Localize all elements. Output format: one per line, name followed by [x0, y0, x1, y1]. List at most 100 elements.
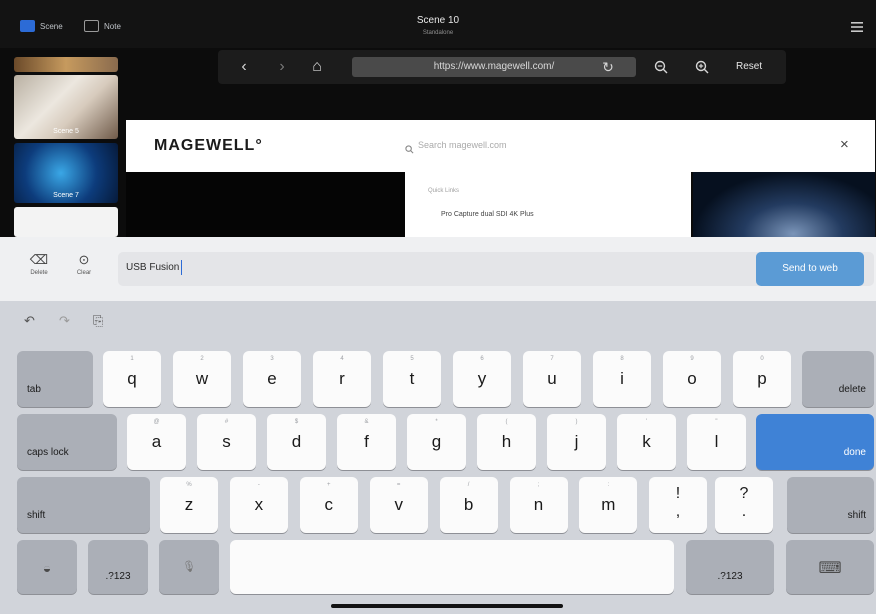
- delete-button[interactable]: ⌫ Delete: [24, 253, 54, 277]
- key-hint: &: [364, 419, 369, 425]
- key-k[interactable]: ' k: [617, 414, 676, 470]
- send-to-web-button[interactable]: Send to web: [756, 252, 864, 286]
- keyboard-icon: ⌨: [818, 560, 842, 577]
- shift-left-key[interactable]: shift: [17, 477, 150, 533]
- zoom-out-icon[interactable]: [654, 60, 668, 79]
- caps-lock-key-label: caps lock: [27, 447, 69, 458]
- key-p[interactable]: 0p: [733, 351, 791, 407]
- key-letter: e: [267, 369, 277, 388]
- url-field[interactable]: https://www.magewell.com/: [352, 57, 636, 77]
- numbers-left-key[interactable]: .?123: [88, 540, 148, 594]
- search-icon: [405, 141, 414, 159]
- space-key[interactable]: [230, 540, 674, 594]
- delete-key[interactable]: delete: [802, 351, 874, 407]
- key-f[interactable]: & f: [337, 414, 396, 470]
- key-letter: g: [431, 432, 442, 451]
- key-hint: /: [467, 482, 470, 488]
- key-y[interactable]: 6y: [453, 351, 511, 407]
- key-e[interactable]: 3e: [243, 351, 301, 407]
- globe-key[interactable]: ◒: [17, 540, 77, 594]
- tab-key[interactable]: tab: [17, 351, 93, 407]
- key-g[interactable]: * g: [407, 414, 466, 470]
- clear-label: Clear: [76, 270, 92, 276]
- key-letter: y: [477, 369, 487, 388]
- scene-subtitle: Standalone: [422, 30, 454, 36]
- forward-button[interactable]: ›: [272, 50, 292, 84]
- reload-icon[interactable]: ↻: [598, 50, 618, 84]
- key-o[interactable]: 9o: [663, 351, 721, 407]
- key-t[interactable]: 5t: [383, 351, 441, 407]
- key-hint: 2: [200, 356, 204, 362]
- key-i[interactable]: 8i: [593, 351, 651, 407]
- home-indicator: [331, 604, 563, 608]
- magewell-logo[interactable]: MAGEWELL°: [154, 137, 263, 155]
- website-search-input[interactable]: Search magewell.com: [418, 140, 507, 150]
- home-icon[interactable]: ⌂: [307, 50, 327, 84]
- zoom-in-icon[interactable]: [695, 60, 709, 79]
- paste-icon[interactable]: ⎘: [93, 313, 103, 329]
- key-letter: o: [687, 369, 697, 388]
- key-letter: i: [620, 369, 624, 388]
- period-label: .: [741, 503, 747, 520]
- key-n[interactable]: ; n: [509, 477, 568, 533]
- website-banner: [693, 172, 875, 237]
- key-hint: -: [257, 482, 260, 488]
- scene-thumbnail-label: Scene 7: [53, 192, 79, 199]
- key-x[interactable]: -x: [229, 477, 288, 533]
- key-z[interactable]: % z: [160, 477, 218, 533]
- key-s[interactable]: # s: [197, 414, 256, 470]
- back-button[interactable]: ‹: [234, 50, 254, 84]
- hide-keyboard-key[interactable]: ⌨: [786, 540, 874, 594]
- numbers-right-key[interactable]: .?123: [686, 540, 774, 594]
- quick-link-item[interactable]: Pro Capture dual SDI 4K Plus: [441, 211, 534, 218]
- numbers-right-key-label: .?123: [717, 571, 743, 582]
- close-icon[interactable]: ×: [840, 136, 849, 153]
- key-letter: v: [394, 495, 403, 514]
- scene-thumbnail-label: Scene 5: [53, 128, 79, 135]
- key-a[interactable]: @ a: [127, 414, 186, 470]
- scene-thumbnail[interactable]: Scene 7: [14, 143, 118, 203]
- key-letter: d: [291, 432, 302, 451]
- key-b[interactable]: / b: [439, 477, 498, 533]
- scene-title: Scene 10: [416, 15, 460, 26]
- reset-button[interactable]: Reset: [736, 61, 762, 72]
- key-d[interactable]: $ d: [267, 414, 326, 470]
- exclamation-comma-key[interactable]: ! ,: [649, 477, 707, 533]
- key-hint: 3: [270, 356, 274, 362]
- key-v[interactable]: = v: [369, 477, 428, 533]
- clear-button[interactable]: ⊙ Clear: [69, 253, 99, 277]
- key-letter: x: [254, 495, 264, 514]
- key-u[interactable]: 7u: [523, 351, 581, 407]
- key-r[interactable]: 4r: [313, 351, 371, 407]
- key-letter: t: [409, 369, 415, 388]
- caps-lock-key[interactable]: caps lock: [17, 414, 117, 470]
- globe-icon: ◒: [42, 560, 52, 576]
- key-w[interactable]: 2w: [173, 351, 231, 407]
- undo-icon[interactable]: ↶: [24, 313, 35, 329]
- key-l[interactable]: " l: [687, 414, 746, 470]
- scene-thumbnail[interactable]: [14, 207, 118, 237]
- key-letter: z: [184, 495, 194, 514]
- key-letter: a: [151, 432, 162, 451]
- key-letter: j: [574, 432, 579, 451]
- key-hint: :: [607, 482, 610, 488]
- key-letter: s: [222, 432, 231, 451]
- scene-thumbnail[interactable]: Scene 5: [14, 75, 118, 139]
- key-h[interactable]: (h: [477, 414, 536, 470]
- shift-right-key[interactable]: shift: [787, 477, 874, 533]
- delete-label: Delete: [30, 270, 48, 276]
- key-letter: h: [501, 432, 512, 451]
- redo-icon[interactable]: ↷: [59, 313, 70, 329]
- key-c[interactable]: + c: [299, 477, 358, 533]
- done-key[interactable]: done: [756, 414, 874, 470]
- dictation-key[interactable]: 🎙: [159, 540, 219, 594]
- key-q[interactable]: 1q: [103, 351, 161, 407]
- key-m[interactable]: :m: [579, 477, 638, 533]
- question-period-key[interactable]: ? .: [715, 477, 773, 533]
- key-hint: 8: [620, 356, 624, 362]
- key-j[interactable]: ) j: [547, 414, 606, 470]
- hamburger-icon[interactable]: [850, 20, 864, 39]
- shift-left-key-label: shift: [27, 510, 46, 521]
- key-hint: #: [224, 419, 229, 425]
- scene-thumbnail[interactable]: [14, 57, 118, 72]
